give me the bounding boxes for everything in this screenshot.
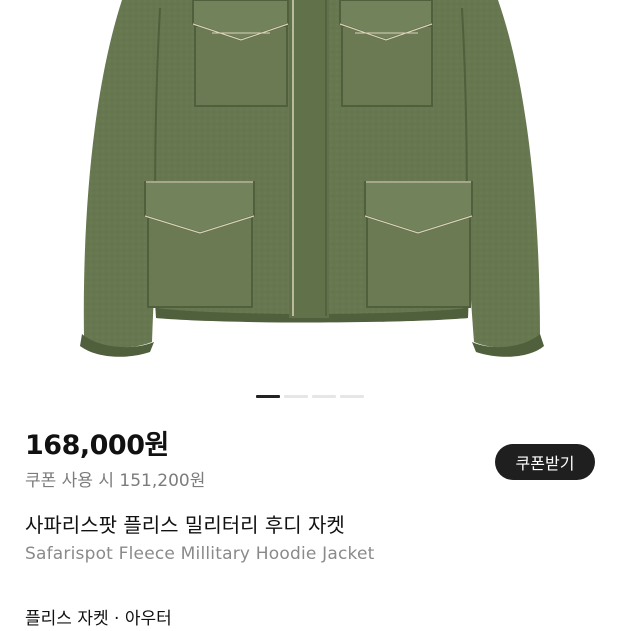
get-coupon-button[interactable]: 쿠폰받기 [495,444,595,480]
product-image[interactable] [0,0,620,370]
product-price: 168,000원 [25,430,169,461]
carousel-dot-3[interactable] [312,395,336,398]
product-title-english: Safarispot Fleece Millitary Hoodie Jacke… [25,544,375,564]
coupon-price: 쿠폰 사용 시 151,200원 [25,471,206,491]
product-category-breadcrumb[interactable]: 플리스 자켓 · 아우터 [25,607,172,631]
carousel-dot-2[interactable] [284,395,308,398]
carousel-dot-1[interactable] [256,395,280,398]
carousel-indicator[interactable] [0,395,620,398]
product-title-korean: 사파리스팟 플리스 밀리터리 후디 자켓 [25,513,345,537]
carousel-dot-4[interactable] [340,395,364,398]
